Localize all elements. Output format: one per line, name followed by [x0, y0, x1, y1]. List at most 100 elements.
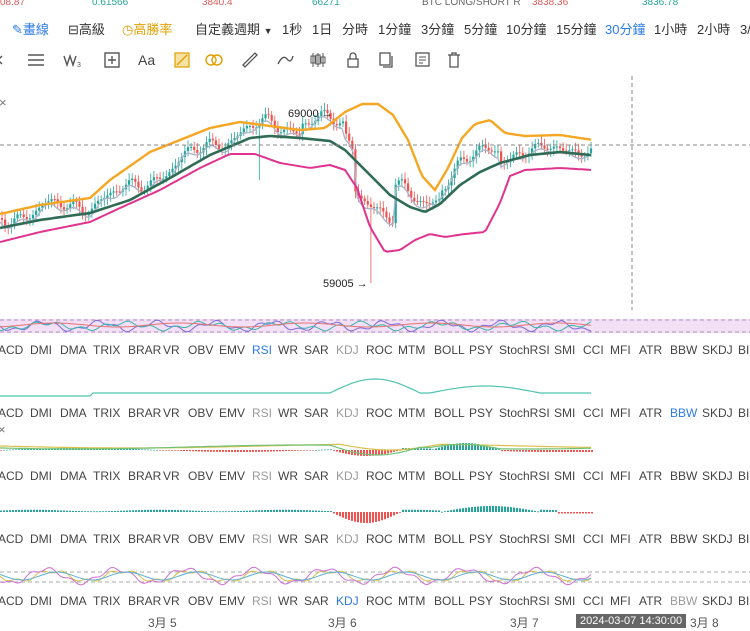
- indicator-tab-atr[interactable]: ATR: [639, 404, 662, 422]
- indicator-tab-obv[interactable]: OBV: [188, 467, 213, 485]
- indicator-tab-psy[interactable]: PSY: [469, 530, 493, 548]
- indicator-tab-mtm[interactable]: MTM: [398, 592, 425, 610]
- indicator-tab-roc[interactable]: ROC: [366, 404, 393, 422]
- indicator-tab-mfi[interactable]: MFI: [610, 592, 631, 610]
- indicator-tab-boll[interactable]: BOLL: [434, 592, 465, 610]
- indicator-tab-kdj[interactable]: KDJ: [336, 592, 359, 610]
- indicator-tab-skdj[interactable]: SKDJ: [702, 404, 733, 422]
- indicator-tab-mfi[interactable]: MFI: [610, 530, 631, 548]
- indicator-tab-dma[interactable]: DMA: [60, 467, 87, 485]
- indicator-tab-bbw[interactable]: BBW: [670, 341, 697, 359]
- indicator-tab-dmi[interactable]: DMI: [30, 530, 52, 548]
- indicator-tab-sar[interactable]: SAR: [304, 341, 329, 359]
- indicator-tab-sar[interactable]: SAR: [304, 592, 329, 610]
- indicator-tab-smi[interactable]: SMI: [554, 530, 575, 548]
- indicator-tab-mfi[interactable]: MFI: [610, 404, 631, 422]
- brush-icon[interactable]: [275, 50, 295, 70]
- indicator-tab-cci[interactable]: CCI: [583, 341, 604, 359]
- indicator-tab-boll[interactable]: BOLL: [434, 341, 465, 359]
- indicator-tab-brar[interactable]: BRAR: [128, 592, 161, 610]
- text-tool-icon[interactable]: Aa: [138, 50, 158, 70]
- interval-1d[interactable]: 1日: [312, 18, 332, 42]
- indicator-tab-smi[interactable]: SMI: [554, 467, 575, 485]
- interval-5m[interactable]: 5分鐘: [464, 18, 497, 42]
- indicator-tab-rsi[interactable]: RSI: [252, 467, 272, 485]
- indicator-tab-sar[interactable]: SAR: [304, 467, 329, 485]
- indicator-tab-smi[interactable]: SMI: [554, 404, 575, 422]
- indicator-tab-brar[interactable]: BRAR: [128, 530, 161, 548]
- indicator-tab-obv[interactable]: OBV: [188, 404, 213, 422]
- indicator-tab-wr[interactable]: WR: [278, 467, 298, 485]
- indicator-tab-sar[interactable]: SAR: [304, 530, 329, 548]
- trash-icon[interactable]: [444, 50, 464, 70]
- price-chart[interactable]: 69000 → 59005 → ×: [0, 76, 750, 310]
- indicator-tab-mfi[interactable]: MFI: [610, 341, 631, 359]
- indicator-tab-bbw[interactable]: BBW: [670, 404, 697, 422]
- indicator-tab-mtm[interactable]: MTM: [398, 530, 425, 548]
- collapse-icon[interactable]: ×: [0, 95, 7, 110]
- indicator-tab-stochrsi[interactable]: StochRSI: [499, 592, 550, 610]
- interval-30m[interactable]: 30分鐘: [605, 18, 645, 42]
- indicator-tab-emv[interactable]: EMV: [219, 341, 245, 359]
- indicator-tab-rsi[interactable]: RSI: [252, 341, 272, 359]
- indicator-tab-mfi[interactable]: MFI: [610, 467, 631, 485]
- indicator-tab-emv[interactable]: EMV: [219, 404, 245, 422]
- indicator-tab-acd[interactable]: ACD: [0, 530, 23, 548]
- indicator-tab-dmi[interactable]: DMI: [30, 467, 52, 485]
- indicator-tab-wr[interactable]: WR: [278, 341, 298, 359]
- indicator-tab-bi[interactable]: BI: [738, 592, 749, 610]
- indicator-tab-dma[interactable]: DMA: [60, 530, 87, 548]
- indicator-tab-skdj[interactable]: SKDJ: [702, 341, 733, 359]
- indicator-tab-trix[interactable]: TRIX: [93, 341, 120, 359]
- indicator-tab-cci[interactable]: CCI: [583, 592, 604, 610]
- interval-10m[interactable]: 10分鐘: [506, 18, 546, 42]
- indicator-tab-cci[interactable]: CCI: [583, 530, 604, 548]
- indicator-tab-dma[interactable]: DMA: [60, 341, 87, 359]
- indicator-tab-psy[interactable]: PSY: [469, 404, 493, 422]
- indicator-tab-dma[interactable]: DMA: [60, 592, 87, 610]
- indicator-tab-bi[interactable]: BI: [738, 404, 749, 422]
- indicator-tab-brar[interactable]: BRAR: [128, 467, 161, 485]
- indicator-tab-roc[interactable]: ROC: [366, 467, 393, 485]
- indicator-tab-mtm[interactable]: MTM: [398, 341, 425, 359]
- indicator-tab-boll[interactable]: BOLL: [434, 530, 465, 548]
- indicator-tab-rsi[interactable]: RSI: [252, 592, 272, 610]
- indicator-tab-bbw[interactable]: BBW: [670, 592, 697, 610]
- indicator-tab-atr[interactable]: ATR: [639, 592, 662, 610]
- indicator-tab-acd[interactable]: ACD: [0, 341, 23, 359]
- indicator-tab-psy[interactable]: PSY: [469, 341, 493, 359]
- indicator-tab-wr[interactable]: WR: [278, 530, 298, 548]
- wave-tool-icon[interactable]: 3: [62, 50, 82, 70]
- indicator-tab-kdj[interactable]: KDJ: [336, 341, 359, 359]
- indicator-tab-acd[interactable]: ACD: [0, 592, 23, 610]
- indicator-tab-bi[interactable]: BI: [738, 467, 749, 485]
- advanced-button[interactable]: ⊟高級: [68, 18, 105, 42]
- indicator-tab-roc[interactable]: ROC: [366, 592, 393, 610]
- indicator-tab-vr[interactable]: VR: [163, 592, 180, 610]
- indicator-tab-rsi[interactable]: RSI: [252, 404, 272, 422]
- ruler-icon[interactable]: [240, 50, 260, 70]
- copy-icon[interactable]: [413, 50, 433, 70]
- draw-line-button[interactable]: ✎畫線: [12, 18, 49, 42]
- indicator-tab-roc[interactable]: ROC: [366, 530, 393, 548]
- indicator-tab-obv[interactable]: OBV: [188, 341, 213, 359]
- interval-3m[interactable]: 3分鐘: [421, 18, 454, 42]
- indicator-tab-skdj[interactable]: SKDJ: [702, 530, 733, 548]
- indicator-tab-trix[interactable]: TRIX: [93, 467, 120, 485]
- indicator-tab-vr[interactable]: VR: [163, 404, 180, 422]
- indicator-tab-skdj[interactable]: SKDJ: [702, 592, 733, 610]
- indicator-tab-vr[interactable]: VR: [163, 341, 180, 359]
- indicator-tab-dmi[interactable]: DMI: [30, 341, 52, 359]
- indicator-tab-cci[interactable]: CCI: [583, 467, 604, 485]
- indicator-tab-brar[interactable]: BRAR: [128, 404, 161, 422]
- indicator-tab-smi[interactable]: SMI: [554, 341, 575, 359]
- horizontal-lines-icon[interactable]: [26, 50, 46, 70]
- indicator-tab-obv[interactable]: OBV: [188, 592, 213, 610]
- indicator-tab-emv[interactable]: EMV: [219, 592, 245, 610]
- indicator-tab-atr[interactable]: ATR: [639, 467, 662, 485]
- indicator-tab-bbw[interactable]: BBW: [670, 530, 697, 548]
- indicator-tab-brar[interactable]: BRAR: [128, 341, 161, 359]
- indicator-tab-kdj[interactable]: KDJ: [336, 530, 359, 548]
- indicator-tab-smi[interactable]: SMI: [554, 592, 575, 610]
- indicator-tab-boll[interactable]: BOLL: [434, 404, 465, 422]
